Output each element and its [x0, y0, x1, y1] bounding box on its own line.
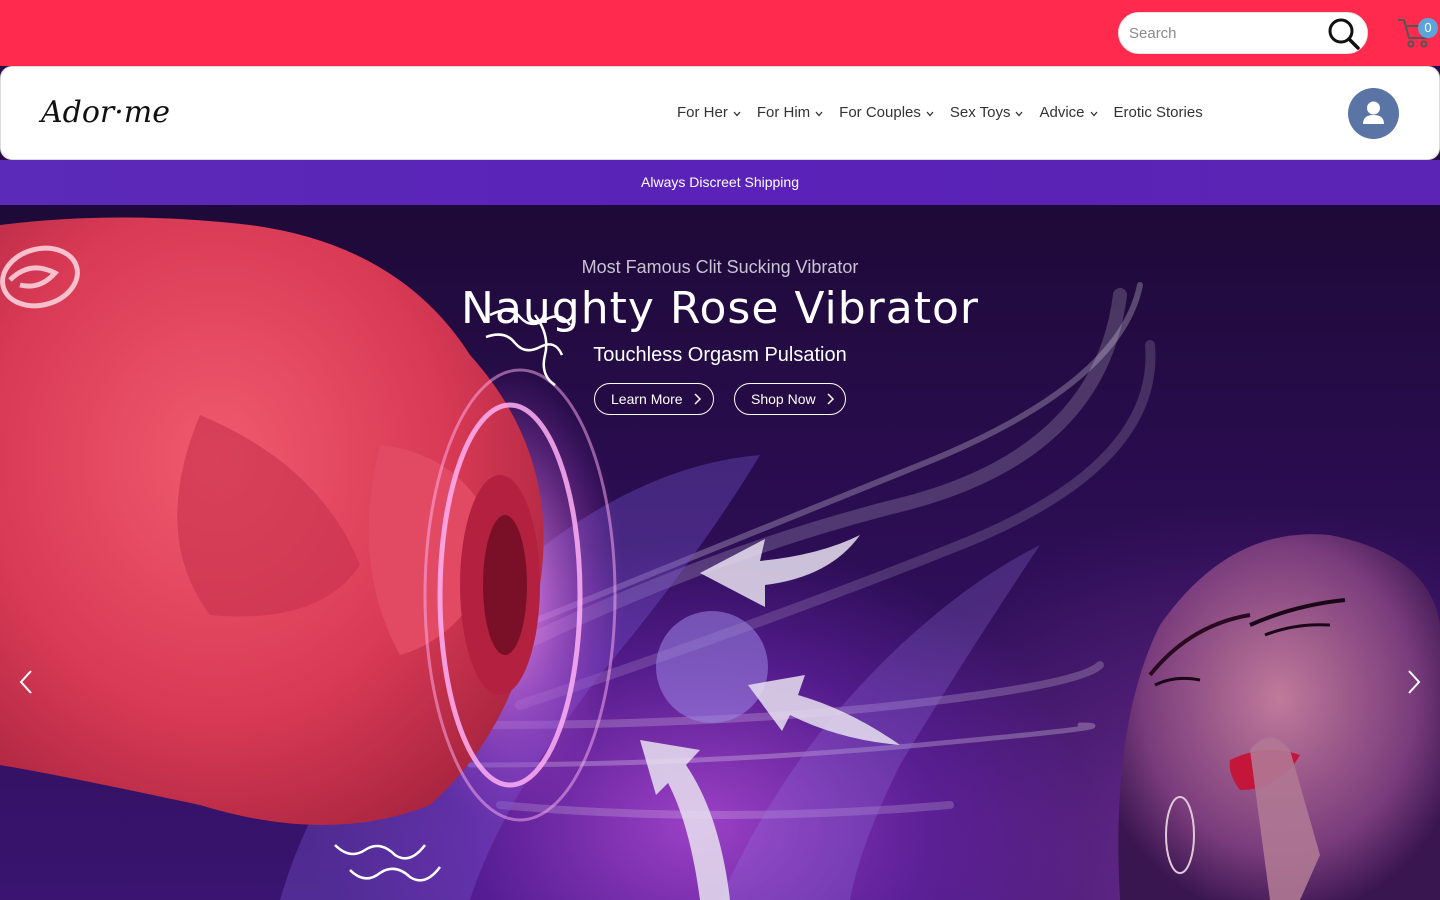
search-box[interactable] — [1118, 12, 1368, 54]
nav-item-label: For Her — [677, 103, 728, 121]
top-bar: 0 — [0, 0, 1440, 66]
chevron-right-icon[interactable] — [1404, 667, 1424, 697]
chevron-left-icon[interactable] — [16, 667, 36, 697]
nav-item-label: Erotic Stories — [1113, 103, 1203, 121]
chevron-down-icon — [926, 111, 934, 116]
hero-subtitle: Most Famous Clit Sucking Vibrator — [581, 257, 859, 277]
nav-item-for-her[interactable]: For Her — [677, 101, 741, 123]
user-icon — [1363, 101, 1384, 124]
shipping-banner-text: Always Discreet Shipping — [641, 174, 799, 190]
site-logo[interactable]: Ador·me — [41, 95, 176, 135]
nav-item-label: For Couples — [839, 103, 921, 121]
chevron-right-icon — [827, 393, 834, 405]
learn-more-button[interactable]: Learn More — [594, 383, 714, 415]
learn-more-label: Learn More — [611, 391, 683, 407]
chevron-down-icon — [1090, 111, 1097, 116]
shop-now-button[interactable]: Shop Now — [734, 383, 846, 415]
shop-now-label: Shop Now — [751, 391, 816, 407]
hero-title: Naughty Rose Vibrator — [461, 283, 979, 334]
nav-item-for-him[interactable]: For Him — [757, 101, 823, 123]
nav-item-sex-toys[interactable]: Sex Toys — [950, 101, 1024, 123]
chevron-down-icon — [733, 111, 741, 116]
cart-count-badge: 0 — [1418, 18, 1438, 38]
hero-slider: Most Famous Clit Sucking Vibrator Naught… — [0, 205, 1440, 900]
chevron-right-icon — [694, 393, 701, 405]
logo-text: Ador·me — [41, 95, 171, 130]
nav-item-erotic-stories[interactable]: Erotic Stories — [1114, 101, 1203, 123]
account-button[interactable] — [1348, 88, 1399, 139]
nav-item-for-couples[interactable]: For Couples — [839, 101, 934, 123]
chevron-down-icon — [815, 111, 823, 116]
nav-item-label: For Him — [756, 103, 811, 121]
nav-menu: For Her For Him For Couples Sex Toys Adv… — [677, 101, 1219, 123]
main-navigation: Ador·me For Her For Him For Couples Sex … — [0, 66, 1440, 160]
nav-item-advice[interactable]: Advice — [1039, 101, 1097, 123]
chevron-down-icon — [1015, 111, 1023, 116]
hero-tagline: Touchless Orgasm Pulsation — [593, 344, 847, 366]
shipping-banner: Always Discreet Shipping — [0, 160, 1440, 205]
search-input[interactable] — [1129, 13, 1325, 53]
nav-item-label: Advice — [1039, 103, 1085, 121]
nav-item-label: Sex Toys — [949, 103, 1011, 121]
search-icon[interactable] — [1327, 17, 1361, 51]
